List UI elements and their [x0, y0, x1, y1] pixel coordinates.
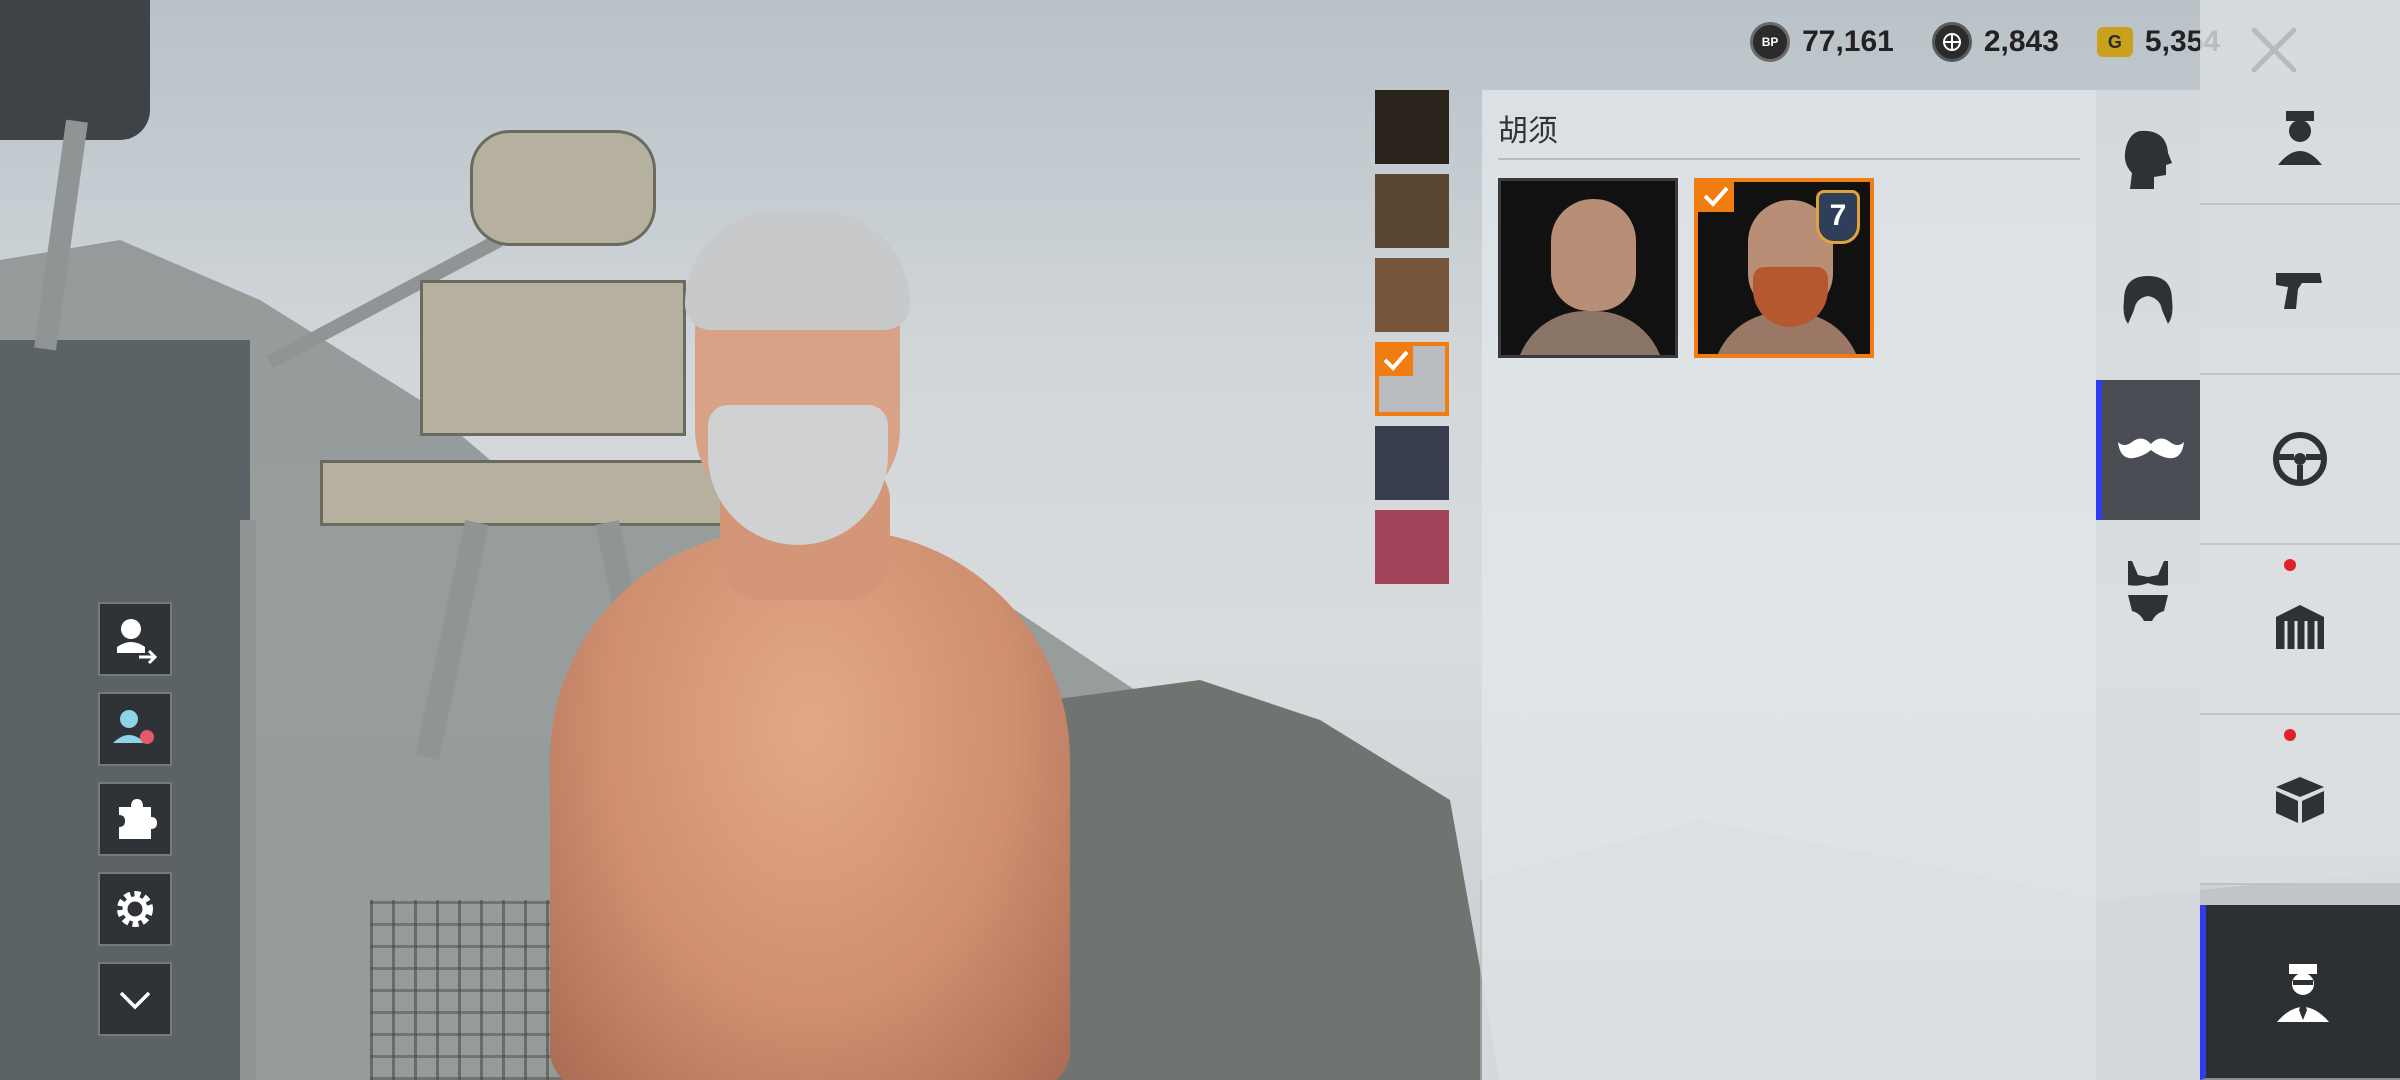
tab-boxes[interactable]	[2200, 715, 2400, 885]
steering-wheel-icon	[2273, 432, 2327, 486]
left-tool-stack	[98, 602, 172, 1036]
color-swatch[interactable]	[1375, 90, 1449, 164]
color-swatch[interactable]	[1375, 258, 1449, 332]
panel-divider	[1498, 158, 2080, 160]
mustache-icon	[2118, 438, 2184, 459]
tab-crates[interactable]	[2200, 545, 2400, 715]
chevron-down-icon	[119, 991, 151, 1010]
pistol-icon	[2276, 273, 2322, 309]
crate-icon	[2276, 605, 2324, 649]
notification-dot	[2284, 729, 2296, 741]
character-hair	[685, 210, 910, 330]
puzzle-icon	[119, 799, 157, 839]
beard-item-full[interactable]: 7	[1694, 178, 1874, 358]
rank-badge: 7	[1816, 190, 1860, 244]
check-icon	[1698, 182, 1734, 212]
swimwear-icon	[2128, 561, 2168, 621]
tab-vehicles[interactable]	[2200, 375, 2400, 545]
character-swap-button[interactable]	[98, 602, 172, 676]
tab-character[interactable]	[2200, 0, 2400, 205]
g-coin-icon: G	[2096, 27, 2133, 57]
color-swatch[interactable]	[1375, 174, 1449, 248]
outer-tabs	[2200, 0, 2400, 1080]
building-roof	[0, 0, 150, 140]
tab-head[interactable]	[2096, 90, 2200, 230]
puzzle-button[interactable]	[98, 782, 172, 856]
color-swatches	[1375, 90, 1449, 584]
gear-icon	[117, 891, 153, 927]
collapse-button[interactable]	[98, 962, 172, 1036]
agent-icon	[2277, 963, 2329, 1022]
currency-uc: 2,843	[1931, 22, 2059, 62]
currency-bp: BP 77,161	[1750, 22, 1894, 62]
check-icon	[1379, 346, 1413, 376]
uc-value: 2,843	[1983, 25, 2059, 58]
bp-value: 77,161	[1802, 25, 1894, 58]
color-swatch-selected[interactable]	[1375, 342, 1449, 416]
color-swatch[interactable]	[1375, 510, 1449, 584]
character-icon	[2278, 110, 2322, 165]
tab-weapons[interactable]	[2200, 205, 2400, 375]
head-icon	[2124, 130, 2172, 189]
item-thumbnail	[1551, 199, 1636, 311]
uc-coin-icon	[1931, 22, 1972, 62]
currency-bar: BP 77,161 2,843 G 5,354	[1750, 22, 2220, 62]
appearance-button[interactable]	[98, 692, 172, 766]
appearance-icon	[113, 710, 154, 744]
lamp-pole	[240, 520, 256, 1080]
character-torso	[550, 530, 1070, 1080]
tab-hair[interactable]	[2096, 230, 2200, 370]
character-model[interactable]	[420, 200, 1220, 1080]
hair-icon	[2123, 276, 2173, 324]
beard-panel: 胡须 7	[1482, 90, 2096, 1080]
box-icon	[2276, 777, 2324, 823]
tab-mustache[interactable]	[2096, 380, 2200, 520]
tab-agent[interactable]	[2200, 905, 2400, 1080]
character-swap-icon	[117, 619, 158, 665]
bp-coin-icon: BP	[1750, 22, 1791, 62]
beard-item-none[interactable]	[1498, 178, 1678, 358]
panel-title: 胡须	[1498, 115, 1558, 148]
notification-dot	[2284, 559, 2296, 571]
category-tabs	[2096, 90, 2200, 1080]
tab-swimwear[interactable]	[2096, 520, 2200, 660]
color-swatch[interactable]	[1375, 426, 1449, 500]
settings-button[interactable]	[98, 872, 172, 946]
